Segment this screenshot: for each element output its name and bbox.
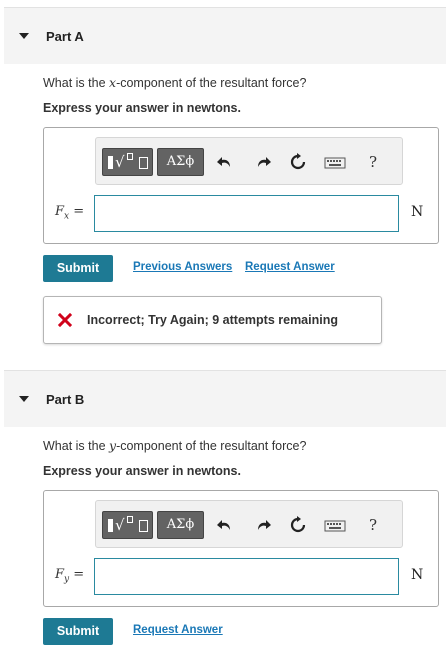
feedback-message: Incorrect; Try Again; 9 attempts remaini… xyxy=(87,313,338,327)
part-a-title: Part A xyxy=(46,28,84,44)
collapse-caret-icon[interactable] xyxy=(19,396,29,402)
part-b-header[interactable]: Part B xyxy=(4,370,446,427)
help-icon[interactable]: ? xyxy=(363,152,383,172)
reset-icon[interactable] xyxy=(288,515,308,535)
greek-symbols-button[interactable]: ΑΣϕ xyxy=(157,148,204,176)
template-icon xyxy=(108,156,113,169)
request-answer-link[interactable]: Request Answer xyxy=(133,624,223,636)
variable-label: Fx = xyxy=(55,204,85,222)
submit-button[interactable]: Submit xyxy=(43,618,113,645)
part-a-header[interactable]: Part A xyxy=(4,7,446,64)
part-a-instruction: Express your answer in newtons. xyxy=(43,101,241,115)
math-toolbar: √ ΑΣϕ ? xyxy=(95,137,403,185)
keyboard-icon[interactable] xyxy=(324,515,346,535)
part-b-title: Part B xyxy=(46,391,85,407)
help-icon[interactable]: ? xyxy=(363,515,383,535)
variable-label: Fy = xyxy=(55,567,85,585)
template-button[interactable]: √ xyxy=(102,148,153,176)
part-a-answer-box: √ ΑΣϕ ? Fx = N xyxy=(43,127,439,244)
unit-label: N xyxy=(411,567,424,583)
feedback-box: Incorrect; Try Again; 9 attempts remaini… xyxy=(43,296,382,344)
answer-input[interactable] xyxy=(94,558,399,595)
submit-button[interactable]: Submit xyxy=(43,255,113,282)
previous-answers-link[interactable]: Previous Answers xyxy=(133,261,232,273)
part-b-answer-box: √ ΑΣϕ ? Fy = N xyxy=(43,490,439,607)
keyboard-icon[interactable] xyxy=(324,152,346,172)
undo-icon[interactable] xyxy=(216,515,236,535)
part-a-question: What is the x-component of the resultant… xyxy=(43,75,307,90)
redo-icon[interactable] xyxy=(252,152,272,172)
collapse-caret-icon[interactable] xyxy=(19,33,29,39)
math-toolbar: √ ΑΣϕ ? xyxy=(95,500,403,548)
unit-label: N xyxy=(411,204,424,220)
request-answer-link[interactable]: Request Answer xyxy=(245,261,335,273)
error-x-icon xyxy=(57,312,73,328)
template-button[interactable]: √ xyxy=(102,511,153,539)
part-b-instruction: Express your answer in newtons. xyxy=(43,464,241,478)
reset-icon[interactable] xyxy=(288,152,308,172)
undo-icon[interactable] xyxy=(216,152,236,172)
redo-icon[interactable] xyxy=(252,515,272,535)
part-b-question: What is the y-component of the resultant… xyxy=(43,438,307,453)
answer-input[interactable] xyxy=(94,195,399,232)
greek-symbols-button[interactable]: ΑΣϕ xyxy=(157,511,204,539)
template-icon xyxy=(108,519,113,532)
